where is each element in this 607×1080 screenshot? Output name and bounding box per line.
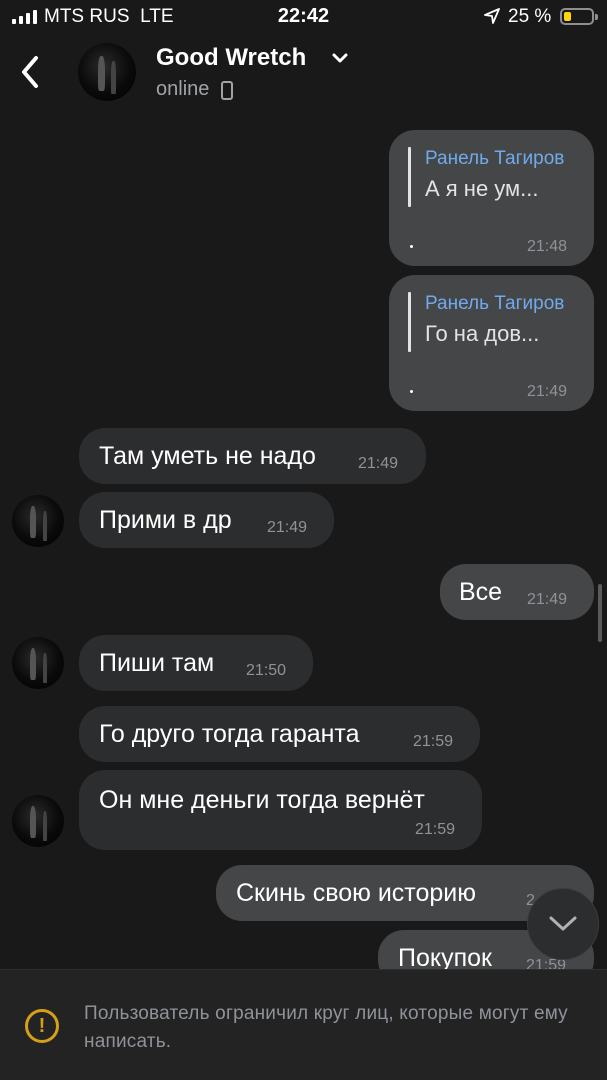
message-text: Прими в др <box>99 506 232 534</box>
message-text: Пиши там <box>99 649 215 677</box>
warning-icon: ! <box>25 1009 59 1043</box>
message-bubble-incoming[interactable]: Пиши там 21:50 <box>79 635 313 691</box>
reply-quote-bar <box>408 147 411 207</box>
message-text: Го друго тогда гаранта <box>99 720 360 748</box>
reply-quote-bar <box>408 292 411 352</box>
message-time: 21:49 <box>527 383 568 400</box>
unread-dot <box>410 245 413 248</box>
unread-dot <box>410 390 413 393</box>
scroll-to-bottom-button[interactable] <box>527 888 599 960</box>
message-bubble-incoming[interactable]: Го друго тогда гаранта 21:59 <box>79 706 480 762</box>
battery-percentage: 25 % <box>508 6 552 27</box>
chevron-down-icon[interactable] <box>331 51 349 65</box>
message-time: 21:49 <box>267 519 308 536</box>
sender-avatar[interactable] <box>12 637 64 689</box>
message-bubble-incoming[interactable]: Прими в др 21:49 <box>79 492 334 548</box>
message-text: Скинь свою историю <box>236 879 476 907</box>
chat-title[interactable]: Good Wretch <box>156 44 306 72</box>
message-text: Он мне деньги тогда вернёт <box>99 786 425 814</box>
chevron-left-icon <box>22 56 38 88</box>
scrollbar[interactable] <box>598 584 602 642</box>
message-time: 21:48 <box>527 238 568 255</box>
contact-avatar[interactable] <box>78 43 136 101</box>
message-bubble-incoming[interactable]: Он мне деньги тогда вернёт 21:59 <box>79 770 482 850</box>
message-time: 21:59 <box>413 733 454 750</box>
message-bubble-outgoing[interactable]: Ранель Тагиров А я не ум... 21:48 <box>389 130 594 266</box>
message-time: 21:59 <box>415 821 456 838</box>
message-time: 21:49 <box>358 455 399 472</box>
message-bubble-outgoing[interactable]: Все 21:49 <box>440 564 594 620</box>
chat-header: Good Wretch online <box>0 34 607 120</box>
reply-author: Ранель Тагиров <box>425 148 565 169</box>
message-bubble-incoming[interactable]: Там уметь не надо 21:49 <box>79 428 426 484</box>
chevron-down-icon <box>549 916 577 931</box>
message-text: Там уметь не надо <box>99 442 316 470</box>
message-time: 21:49 <box>527 591 568 608</box>
write-restriction-banner: ! Пользователь ограничил круг лиц, котор… <box>0 969 607 1080</box>
restriction-text: Пользователь ограничил круг лиц, которые… <box>84 1003 568 1052</box>
sender-avatar[interactable] <box>12 795 64 847</box>
online-status: online <box>156 78 210 100</box>
reply-text: А я не ум... <box>425 176 539 201</box>
status-bar: MTS RUS LTE 22:42 25 % <box>0 0 607 34</box>
message-text: Все <box>459 578 503 606</box>
message-time: 21:50 <box>246 662 287 679</box>
back-button[interactable] <box>14 52 46 92</box>
reply-text: Го на дов... <box>425 321 540 346</box>
sender-avatar[interactable] <box>12 495 64 547</box>
message-bubble-outgoing[interactable]: Ранель Тагиров Го на дов... 21:49 <box>389 275 594 411</box>
battery-icon <box>560 8 598 25</box>
phone-icon <box>221 81 233 100</box>
location-arrow-icon <box>484 8 500 24</box>
reply-author: Ранель Тагиров <box>425 293 565 314</box>
